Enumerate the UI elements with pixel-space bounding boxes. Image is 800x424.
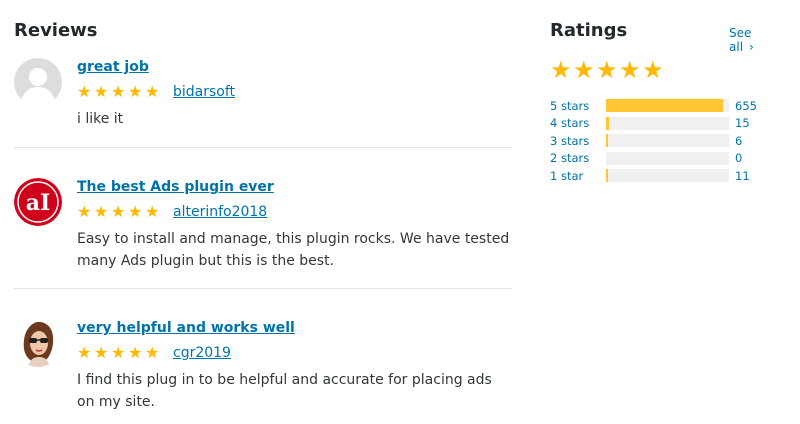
star-icon: ★: [128, 202, 143, 221]
star-icon: ★: [596, 56, 618, 84]
review-rating-stars: ★ ★ ★ ★ ★: [77, 204, 161, 220]
rating-count: 11: [735, 168, 750, 183]
rating-row-1[interactable]: 1 star 11: [550, 167, 780, 185]
star-icon: ★: [77, 343, 92, 362]
star-icon: ★: [111, 202, 126, 221]
rating-label[interactable]: 1 star: [550, 169, 606, 183]
divider: [14, 147, 512, 148]
review-content: i like it: [77, 111, 124, 127]
overall-rating-stars: ★ ★ ★ ★ ★: [550, 58, 664, 82]
rating-bar-track: [606, 134, 729, 148]
star-icon: ★: [642, 56, 664, 84]
star-icon: ★: [128, 82, 143, 101]
review-title-link[interactable]: The best Ads plugin ever: [77, 178, 512, 196]
rating-bar-track: [606, 99, 729, 113]
rating-row-4[interactable]: 4 stars 15: [550, 115, 780, 133]
reviews-heading: Reviews: [14, 20, 98, 41]
star-icon: ★: [77, 82, 92, 101]
rating-count: 15: [735, 116, 750, 131]
rating-bar-track: [606, 151, 729, 165]
star-icon: ★: [94, 82, 109, 101]
review-rating-stars: ★ ★ ★ ★ ★: [77, 84, 161, 100]
rating-row-2[interactable]: 2 stars 0: [550, 150, 780, 168]
star-icon: ★: [94, 202, 109, 221]
chevron-right-icon: ›: [749, 40, 754, 54]
rating-bar-track: [606, 116, 729, 130]
avatar: [14, 319, 62, 367]
review-title-link[interactable]: great job: [77, 58, 512, 76]
rating-label[interactable]: 4 stars: [550, 116, 606, 130]
avatar: [14, 58, 62, 106]
rating-label[interactable]: 2 stars: [550, 151, 606, 165]
review-author-link[interactable]: bidarsoft: [173, 84, 235, 100]
rating-row-3[interactable]: 3 stars 6: [550, 132, 780, 150]
star-icon: ★: [111, 82, 126, 101]
divider: [14, 288, 512, 289]
rating-count: 655: [735, 98, 757, 113]
alterinfo-logo-icon: aI: [14, 178, 62, 226]
star-icon: ★: [77, 202, 92, 221]
rating-label[interactable]: 5 stars: [550, 99, 606, 113]
rating-bar-fill: [606, 116, 609, 130]
review-content: I find this plug in to be helpful and ac…: [77, 372, 492, 410]
rating-row-5[interactable]: 5 stars 655: [550, 97, 780, 115]
star-icon: ★: [573, 56, 595, 84]
svg-text:aI: aI: [26, 190, 51, 216]
star-icon: ★: [94, 343, 109, 362]
star-icon: ★: [619, 56, 641, 84]
star-icon: ★: [145, 82, 160, 101]
avatar: aI: [14, 178, 62, 226]
rating-bar-fill: [606, 99, 724, 113]
review-rating-stars: ★ ★ ★ ★ ★: [77, 345, 161, 361]
star-icon: ★: [145, 343, 160, 362]
rating-count: 6: [735, 133, 743, 148]
star-icon: ★: [550, 56, 572, 84]
rating-bar-fill: [606, 134, 608, 148]
review-author-link[interactable]: alterinfo2018: [173, 204, 267, 220]
review-content: Easy to install and manage, this plugin …: [77, 231, 510, 269]
review-title-link[interactable]: very helpful and works well: [77, 319, 512, 337]
default-avatar-icon: [14, 58, 62, 106]
ratings-heading: Ratings: [550, 20, 628, 41]
star-icon: ★: [145, 202, 160, 221]
see-all-link[interactable]: See all ›: [729, 26, 780, 54]
rating-label[interactable]: 3 stars: [550, 134, 606, 148]
star-icon: ★: [111, 343, 126, 362]
rating-bar-track: [606, 169, 729, 183]
review-author-link[interactable]: cgr2019: [173, 345, 231, 361]
user-avatar-icon: [14, 319, 62, 367]
rating-count: 0: [735, 151, 743, 166]
rating-bar-fill: [606, 169, 608, 183]
rating-breakdown: 5 stars 655 4 stars 15 3 stars 6 2 stars…: [550, 97, 780, 185]
star-icon: ★: [128, 343, 143, 362]
